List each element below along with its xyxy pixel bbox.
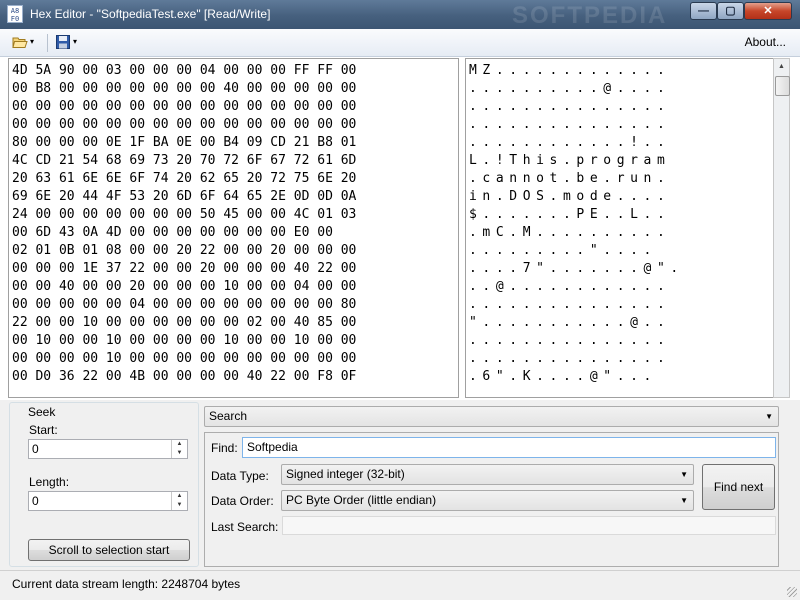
data-order-value: PC Byte Order (little endian) [286, 493, 437, 507]
find-input[interactable]: Softpedia [242, 437, 776, 458]
resize-grip[interactable] [787, 587, 797, 597]
save-disk-icon [56, 35, 70, 49]
ascii-row[interactable]: "...........@.. [469, 314, 670, 332]
chevron-down-icon: ▼ [765, 412, 773, 421]
data-type-value: Signed integer (32-bit) [286, 467, 405, 481]
vertical-scrollbar[interactable]: ▲ [773, 58, 790, 398]
about-button[interactable]: About... [745, 35, 786, 49]
minimize-button[interactable]: — [690, 2, 717, 20]
length-label: Length: [29, 475, 70, 489]
ascii-row[interactable]: L.!This.program [469, 152, 670, 170]
open-button[interactable]: ▾ [10, 33, 40, 53]
ascii-row[interactable]: .cannot.be.run. [469, 170, 670, 188]
hex-row[interactable]: 00 00 00 00 00 00 00 00 00 00 00 00 00 0… [12, 98, 356, 116]
data-order-select[interactable]: PC Byte Order (little endian) ▼ [281, 490, 694, 511]
hex-row[interactable]: 80 00 00 00 0E 1F BA 0E 00 B4 09 CD 21 B… [12, 134, 356, 152]
hex-row[interactable]: 00 00 40 00 00 20 00 00 00 10 00 00 04 0… [12, 278, 356, 296]
title-bar[interactable]: A8 F0 Hex Editor - "SoftpediaTest.exe" [… [0, 0, 800, 29]
start-value: 0 [32, 442, 39, 456]
ascii-row[interactable]: ............... [469, 350, 670, 368]
app-icon: A8 F0 [7, 5, 23, 23]
ascii-row[interactable]: ..........@.... [469, 80, 670, 98]
hex-row[interactable]: 00 6D 43 0A 4D 00 00 00 00 00 00 00 E0 0… [12, 224, 333, 242]
open-dropdown-arrow[interactable]: ▾ [30, 37, 34, 46]
hex-row[interactable]: 02 01 0B 01 08 00 00 20 22 00 00 20 00 0… [12, 242, 356, 260]
last-search-label: Last Search: [211, 520, 279, 534]
ascii-row[interactable]: .mC.M.......... [469, 224, 670, 242]
scroll-thumb[interactable] [775, 76, 790, 96]
hex-row[interactable]: 00 00 00 00 00 00 00 00 00 00 00 00 00 0… [12, 116, 356, 134]
seek-legend: Seek [26, 405, 58, 419]
scroll-up-icon[interactable]: ▲ [774, 59, 789, 75]
hex-view[interactable]: 4D 5A 90 00 03 00 00 00 04 00 00 00 FF F… [8, 58, 459, 398]
chevron-down-icon: ▼ [680, 496, 688, 505]
chevron-down-icon: ▼ [680, 470, 688, 479]
hex-row[interactable]: 00 10 00 00 10 00 00 00 00 10 00 00 10 0… [12, 332, 356, 350]
hex-row[interactable]: 00 00 00 00 10 00 00 00 00 00 00 00 00 0… [12, 350, 356, 368]
spin-down-icon[interactable]: ▼ [172, 501, 187, 510]
hex-row[interactable]: 00 B8 00 00 00 00 00 00 00 40 00 00 00 0… [12, 80, 356, 98]
last-search-field [282, 516, 776, 535]
ascii-row[interactable]: ............... [469, 98, 670, 116]
ascii-row[interactable]: .6".K....@"... [469, 368, 657, 386]
start-input[interactable]: 0 ▲ ▼ [28, 439, 188, 459]
hex-row[interactable]: 00 00 00 1E 37 22 00 00 20 00 00 00 40 2… [12, 260, 356, 278]
spin-up-icon[interactable]: ▲ [172, 492, 187, 501]
status-bar: Current data stream length: 2248704 byte… [0, 570, 800, 600]
ascii-row[interactable]: ............... [469, 296, 670, 314]
ascii-row[interactable]: ..@............ [469, 278, 670, 296]
scroll-to-selection-button[interactable]: Scroll to selection start [28, 539, 190, 561]
ascii-row[interactable]: in.DOS.mode.... [469, 188, 670, 206]
length-value: 0 [32, 494, 39, 508]
ascii-row[interactable]: ....7".......@". [469, 260, 684, 278]
start-label: Start: [29, 423, 58, 437]
ascii-row[interactable]: MZ............. [469, 62, 670, 80]
hex-row[interactable]: 00 00 00 00 00 04 00 00 00 00 00 00 00 0… [12, 296, 356, 314]
start-spinner[interactable]: ▲ ▼ [171, 440, 187, 458]
spin-down-icon[interactable]: ▼ [172, 449, 187, 458]
ascii-row[interactable]: ............... [469, 332, 670, 350]
hex-row[interactable]: 20 63 61 6E 6E 6F 74 20 62 65 20 72 75 6… [12, 170, 356, 188]
hex-row[interactable]: 00 D0 36 22 00 4B 00 00 00 00 40 22 00 F… [12, 368, 356, 386]
data-type-label: Data Type: [211, 469, 269, 483]
toolbar: ▾ ▾ About... [0, 29, 800, 57]
length-input[interactable]: 0 ▲ ▼ [28, 491, 188, 511]
ascii-view[interactable]: MZ............. ..........@..............… [465, 58, 773, 398]
hex-row[interactable]: 4D 5A 90 00 03 00 00 00 04 00 00 00 FF F… [12, 62, 356, 80]
find-label: Find: [211, 441, 238, 455]
hex-row[interactable]: 4C CD 21 54 68 69 73 20 70 72 6F 67 72 6… [12, 152, 356, 170]
find-next-button[interactable]: Find next [702, 464, 775, 510]
spin-up-icon[interactable]: ▲ [172, 440, 187, 449]
data-type-select[interactable]: Signed integer (32-bit) ▼ [281, 464, 694, 485]
ascii-row[interactable]: $.......PE..L.. [469, 206, 670, 224]
close-button[interactable]: ✕ [744, 2, 792, 20]
watermark: SOFTPEDIA [512, 2, 668, 29]
search-header-label: Search [209, 409, 248, 423]
ascii-row[interactable]: ............!.. [469, 134, 670, 152]
data-order-label: Data Order: [211, 494, 274, 508]
window-title: Hex Editor - "SoftpediaTest.exe" [Read/W… [30, 7, 271, 21]
search-section-dropdown[interactable]: Search ▼ [204, 406, 779, 427]
hex-row[interactable]: 69 6E 20 44 4F 53 20 6D 6F 64 65 2E 0D 0… [12, 188, 356, 206]
ascii-row[interactable]: .........".... [469, 242, 657, 260]
length-spinner[interactable]: ▲ ▼ [171, 492, 187, 510]
maximize-button[interactable]: ▢ [717, 2, 744, 20]
status-text: Current data stream length: 2248704 byte… [12, 577, 241, 591]
hex-row[interactable]: 24 00 00 00 00 00 00 00 50 45 00 00 4C 0… [12, 206, 356, 224]
toolbar-separator [47, 34, 48, 52]
save-dropdown-arrow[interactable]: ▾ [73, 37, 77, 46]
hex-row[interactable]: 22 00 00 10 00 00 00 00 00 00 02 00 40 8… [12, 314, 356, 332]
open-folder-icon [12, 37, 28, 48]
ascii-row[interactable]: ............... [469, 116, 670, 134]
save-button[interactable]: ▾ [53, 33, 83, 53]
